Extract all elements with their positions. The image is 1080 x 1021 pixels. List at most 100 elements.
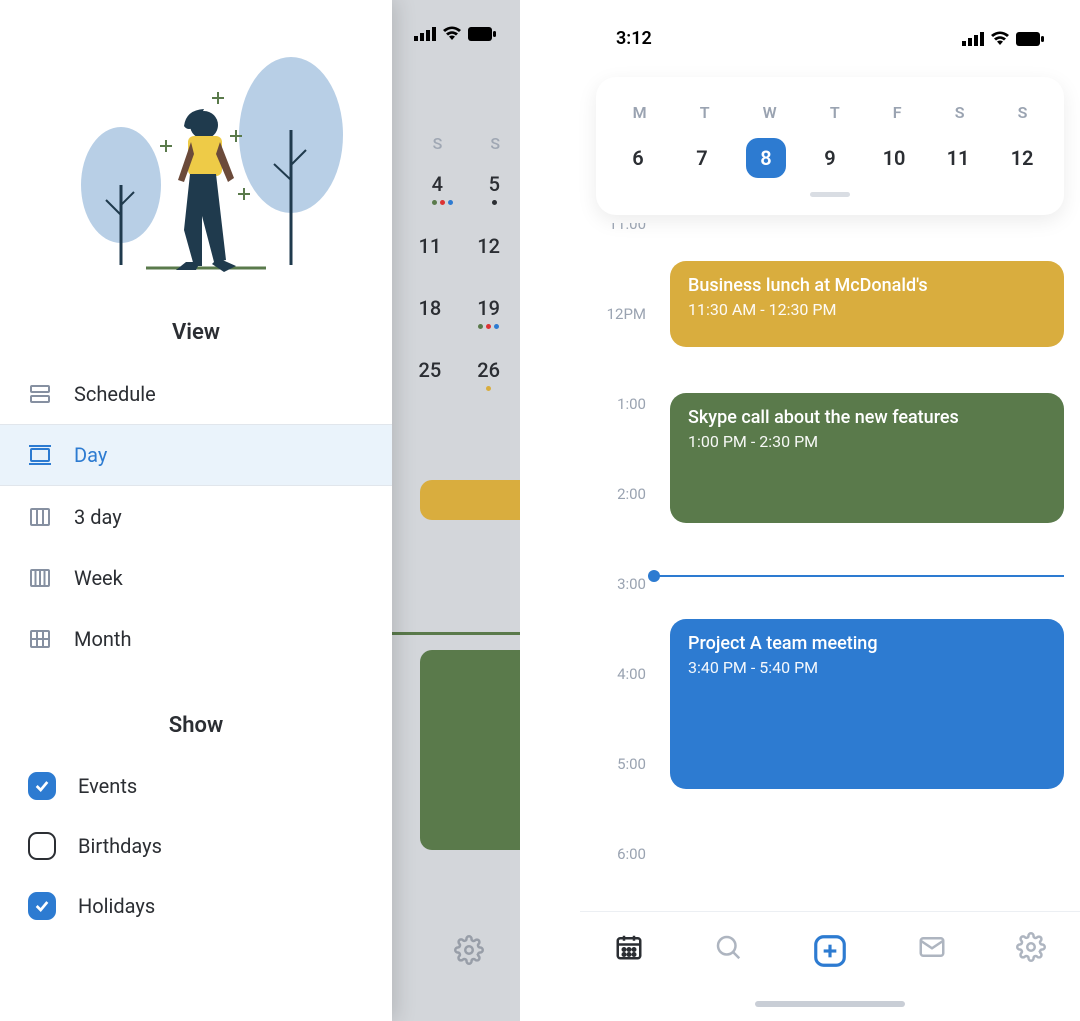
menu-label: Day bbox=[74, 443, 107, 467]
time-label: 2:00 bbox=[617, 485, 646, 503]
tab-bar bbox=[580, 911, 1080, 1021]
event-title: Skype call about the new features bbox=[688, 407, 1046, 428]
bg-divider bbox=[390, 632, 520, 635]
cellular-icon bbox=[962, 32, 984, 46]
settings-icon[interactable] bbox=[454, 935, 484, 965]
week-label: T bbox=[700, 103, 710, 122]
show-birthdays[interactable]: Birthdays bbox=[0, 816, 392, 876]
time-label: 6:00 bbox=[617, 845, 646, 863]
menu-label: Schedule bbox=[74, 382, 156, 406]
week-icon bbox=[28, 566, 52, 590]
week-day[interactable]: 7 bbox=[682, 138, 722, 178]
view-week[interactable]: Week bbox=[0, 547, 392, 608]
bg-event-green bbox=[420, 650, 520, 850]
gear-icon bbox=[1016, 932, 1046, 962]
view-schedule[interactable]: Schedule bbox=[0, 363, 392, 424]
checkbox-icon bbox=[28, 832, 56, 860]
day-icon bbox=[28, 443, 52, 467]
cellular-icon bbox=[414, 27, 436, 41]
day-timeline[interactable]: 11:00 12PM 1:00 2:00 3:00 4:00 5:00 6:00 Busine… bbox=[580, 223, 1080, 863]
background-calendar-peek: S S 4 5 11 12 18 19 25 26 bbox=[380, 0, 520, 1021]
view-3day[interactable]: 3 day bbox=[0, 486, 392, 547]
show-label: Birthdays bbox=[78, 834, 162, 858]
time-label: 1:00 bbox=[617, 395, 646, 413]
show-holidays[interactable]: Holidays bbox=[0, 876, 392, 936]
tab-settings[interactable] bbox=[1016, 932, 1046, 962]
right-phone-screen: 3:12 MTWTFSS 6789101112 11:0012PM1:002:0… bbox=[580, 0, 1080, 1021]
wifi-icon bbox=[442, 26, 462, 41]
bg-date: 26 bbox=[477, 358, 500, 382]
week-day[interactable]: 12 bbox=[1002, 138, 1042, 178]
tab-mail[interactable] bbox=[917, 932, 947, 962]
time-label: 12PM bbox=[607, 305, 646, 323]
left-phone-screen: S S 4 5 11 12 18 19 25 26 bbox=[0, 0, 520, 1021]
month-icon bbox=[28, 627, 52, 651]
event-time: 3:40 PM - 5:40 PM bbox=[688, 658, 1046, 677]
tab-calendar[interactable] bbox=[614, 932, 644, 962]
menu-label: Month bbox=[74, 627, 131, 651]
event-time: 11:30 AM - 12:30 PM bbox=[688, 300, 1046, 319]
schedule-icon bbox=[28, 382, 52, 406]
bg-date: 12 bbox=[477, 234, 500, 258]
week-label: T bbox=[830, 103, 840, 122]
drag-handle[interactable] bbox=[810, 192, 850, 197]
calendar-icon bbox=[614, 932, 644, 962]
time-label: 5:00 bbox=[617, 755, 646, 773]
time-label: 4:00 bbox=[617, 665, 646, 683]
current-time-dot bbox=[648, 570, 660, 582]
week-label: W bbox=[763, 103, 777, 122]
battery-icon bbox=[468, 27, 496, 41]
event-title: Business lunch at McDonald's bbox=[688, 275, 1046, 296]
calendar-event[interactable]: Business lunch at McDonald's 11:30 AM - 1… bbox=[670, 261, 1064, 347]
week-label: S bbox=[955, 103, 965, 122]
week-dates: 6789 10 11 12 bbox=[606, 138, 1054, 178]
calendar-event[interactable]: Skype call about the new features 1:00 PM… bbox=[670, 393, 1064, 523]
week-labels: MTWTFSS bbox=[606, 103, 1054, 122]
drawer-illustration bbox=[0, 0, 392, 290]
status-time: 3:12 bbox=[616, 28, 652, 49]
battery-icon bbox=[1016, 32, 1044, 46]
show-label: Holidays bbox=[78, 894, 155, 918]
view-section-title: View bbox=[0, 320, 392, 345]
menu-label: Week bbox=[74, 566, 123, 590]
bg-date: 11 bbox=[419, 234, 442, 258]
checkbox-icon bbox=[28, 892, 56, 920]
calendar-event[interactable]: Project A team meeting 3:40 PM - 5:40 PM bbox=[670, 619, 1064, 789]
show-events[interactable]: Events bbox=[0, 756, 392, 816]
navigation-drawer: View Schedule Day 3 day Week Month Show … bbox=[0, 0, 392, 1021]
time-label: 11:00 bbox=[609, 223, 646, 233]
view-day[interactable]: Day bbox=[0, 424, 392, 486]
three-day-icon bbox=[28, 505, 52, 529]
wifi-icon bbox=[990, 31, 1010, 46]
search-icon bbox=[713, 932, 743, 962]
bg-day-labels: S S bbox=[433, 134, 500, 153]
status-bar: 3:12 bbox=[580, 0, 1080, 59]
show-label: Events bbox=[78, 774, 137, 798]
week-day[interactable]: 6 bbox=[618, 138, 658, 178]
checkbox-icon bbox=[28, 772, 56, 800]
bg-date: 5 bbox=[489, 172, 500, 196]
bg-date: 4 bbox=[432, 172, 453, 196]
week-day[interactable]: 11 bbox=[938, 138, 978, 178]
event-time: 1:00 PM - 2:30 PM bbox=[688, 432, 1046, 451]
time-label: 3:00 bbox=[617, 575, 646, 593]
tab-add[interactable] bbox=[811, 932, 849, 970]
bg-date: 18 bbox=[419, 296, 442, 329]
home-indicator[interactable] bbox=[755, 1001, 905, 1007]
week-day[interactable]: 9 bbox=[810, 138, 850, 178]
tab-search[interactable] bbox=[713, 932, 743, 962]
bg-day-label: S bbox=[490, 134, 500, 153]
week-day[interactable]: 8 bbox=[746, 138, 786, 178]
current-time-line bbox=[654, 575, 1064, 577]
bg-day-label: S bbox=[433, 134, 443, 153]
menu-label: 3 day bbox=[74, 505, 122, 529]
week-label: M bbox=[633, 103, 647, 122]
bg-event-yellow bbox=[420, 480, 520, 520]
week-label: S bbox=[1018, 103, 1028, 122]
week-strip[interactable]: MTWTFSS 6789101112 bbox=[596, 77, 1064, 215]
view-month[interactable]: Month bbox=[0, 608, 392, 669]
show-section-title: Show bbox=[0, 713, 392, 738]
status-icons bbox=[414, 26, 496, 41]
event-title: Project A team meeting bbox=[688, 633, 1046, 654]
week-day[interactable]: 10 bbox=[874, 138, 914, 178]
